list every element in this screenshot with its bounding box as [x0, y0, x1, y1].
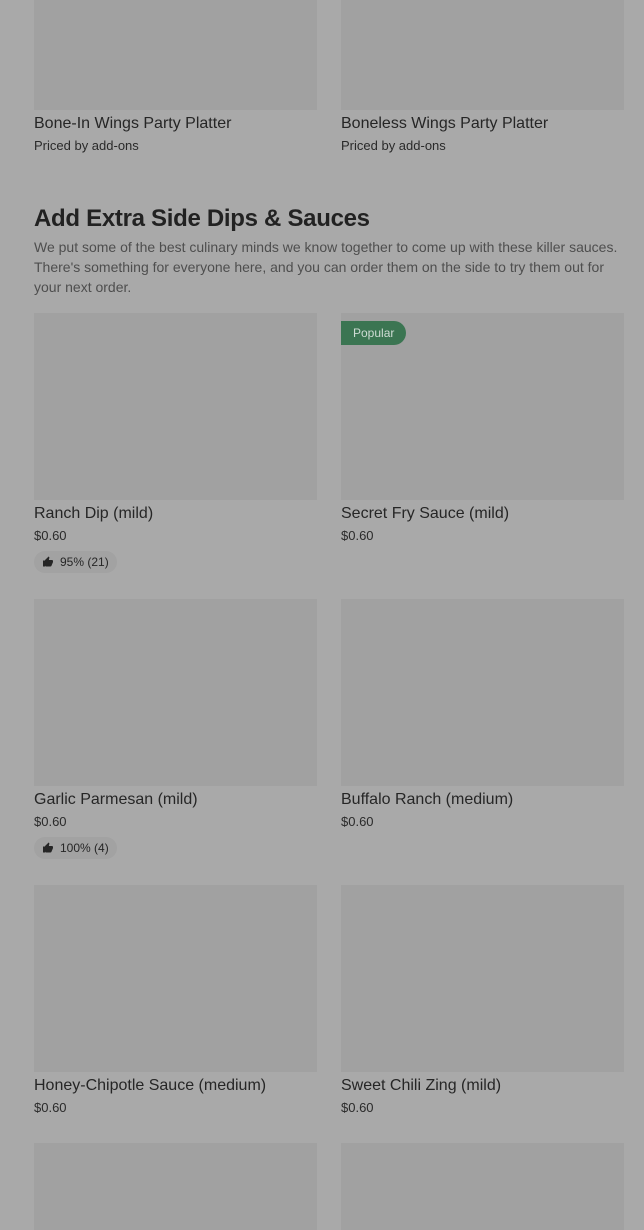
item-price: $0.60	[34, 1100, 67, 1115]
menu-item-card[interactable]: Ranch Dip (mild) $0.60 95% (21)	[34, 313, 317, 573]
item-name: Honey-Chipotle Sauce (medium)	[34, 1077, 267, 1094]
item-price: $0.60	[34, 814, 67, 829]
item-image	[34, 313, 317, 500]
item-name: Boneless Wings Party Platter	[341, 115, 549, 132]
item-price: $0.60	[34, 528, 67, 543]
item-image	[341, 885, 624, 1072]
menu-item-card[interactable]: Sweet Chili Zing (mild) $0.60	[341, 885, 624, 1117]
item-price: $0.60	[341, 528, 374, 543]
item-price: $0.60	[341, 814, 374, 829]
popular-badge: Popular	[341, 321, 407, 345]
menu-item-card[interactable]: Buffalo Ranch (medium) $0.60	[341, 599, 624, 859]
item-price: $0.60	[341, 1100, 374, 1115]
item-name: Bone-In Wings Party Platter	[34, 115, 232, 132]
thumbs-up-icon	[43, 842, 53, 853]
item-image	[341, 0, 624, 110]
platter-grid: Bone-In Wings Party Platter Priced by ad…	[34, 0, 624, 155]
item-image	[34, 885, 317, 1072]
section-title: Add Extra Side Dips & Sauces	[34, 205, 370, 232]
item-image	[341, 1143, 624, 1230]
rating-text: 95% (21)	[60, 555, 109, 569]
sauce-grid-row: Honey-Chipotle Sauce (medium) $0.60 Swee…	[34, 885, 624, 1117]
item-image	[34, 0, 317, 110]
item-image	[34, 1143, 317, 1230]
menu-item-card[interactable]: Garlic Parmesan (mild) $0.60 100% (4)	[34, 599, 317, 859]
item-image	[341, 599, 624, 786]
item-name: Buffalo Ranch (medium)	[341, 791, 514, 808]
menu-item-card[interactable]	[34, 1143, 317, 1230]
sauce-grid-row: Garlic Parmesan (mild) $0.60 100% (4) Bu…	[34, 599, 624, 859]
item-name: Secret Fry Sauce (mild)	[341, 505, 510, 522]
section-description: We put some of the best culinary minds w…	[34, 239, 618, 295]
rating-text: 100% (4)	[60, 841, 109, 855]
menu-item-card[interactable]: Bone-In Wings Party Platter Priced by ad…	[34, 0, 317, 155]
item-image	[34, 599, 317, 786]
thumbs-up-icon	[43, 556, 53, 567]
item-subtitle: Priced by add-ons	[341, 138, 446, 153]
sauce-grid-row	[34, 1143, 624, 1230]
sauce-grid-row: Ranch Dip (mild) $0.60 95% (21) Popular …	[34, 313, 624, 573]
item-name: Ranch Dip (mild)	[34, 505, 154, 522]
item-name: Garlic Parmesan (mild)	[34, 791, 198, 808]
item-name: Sweet Chili Zing (mild)	[341, 1077, 502, 1094]
menu-item-card[interactable]	[341, 1143, 624, 1230]
menu-item-card[interactable]: Honey-Chipotle Sauce (medium) $0.60	[34, 885, 317, 1117]
rating-badge: 95% (21)	[34, 551, 117, 573]
rating-badge: 100% (4)	[34, 837, 117, 859]
menu-item-card[interactable]: Popular Secret Fry Sauce (mild) $0.60	[341, 313, 624, 573]
menu-item-card[interactable]: Boneless Wings Party Platter Priced by a…	[341, 0, 624, 155]
item-subtitle: Priced by add-ons	[34, 138, 139, 153]
